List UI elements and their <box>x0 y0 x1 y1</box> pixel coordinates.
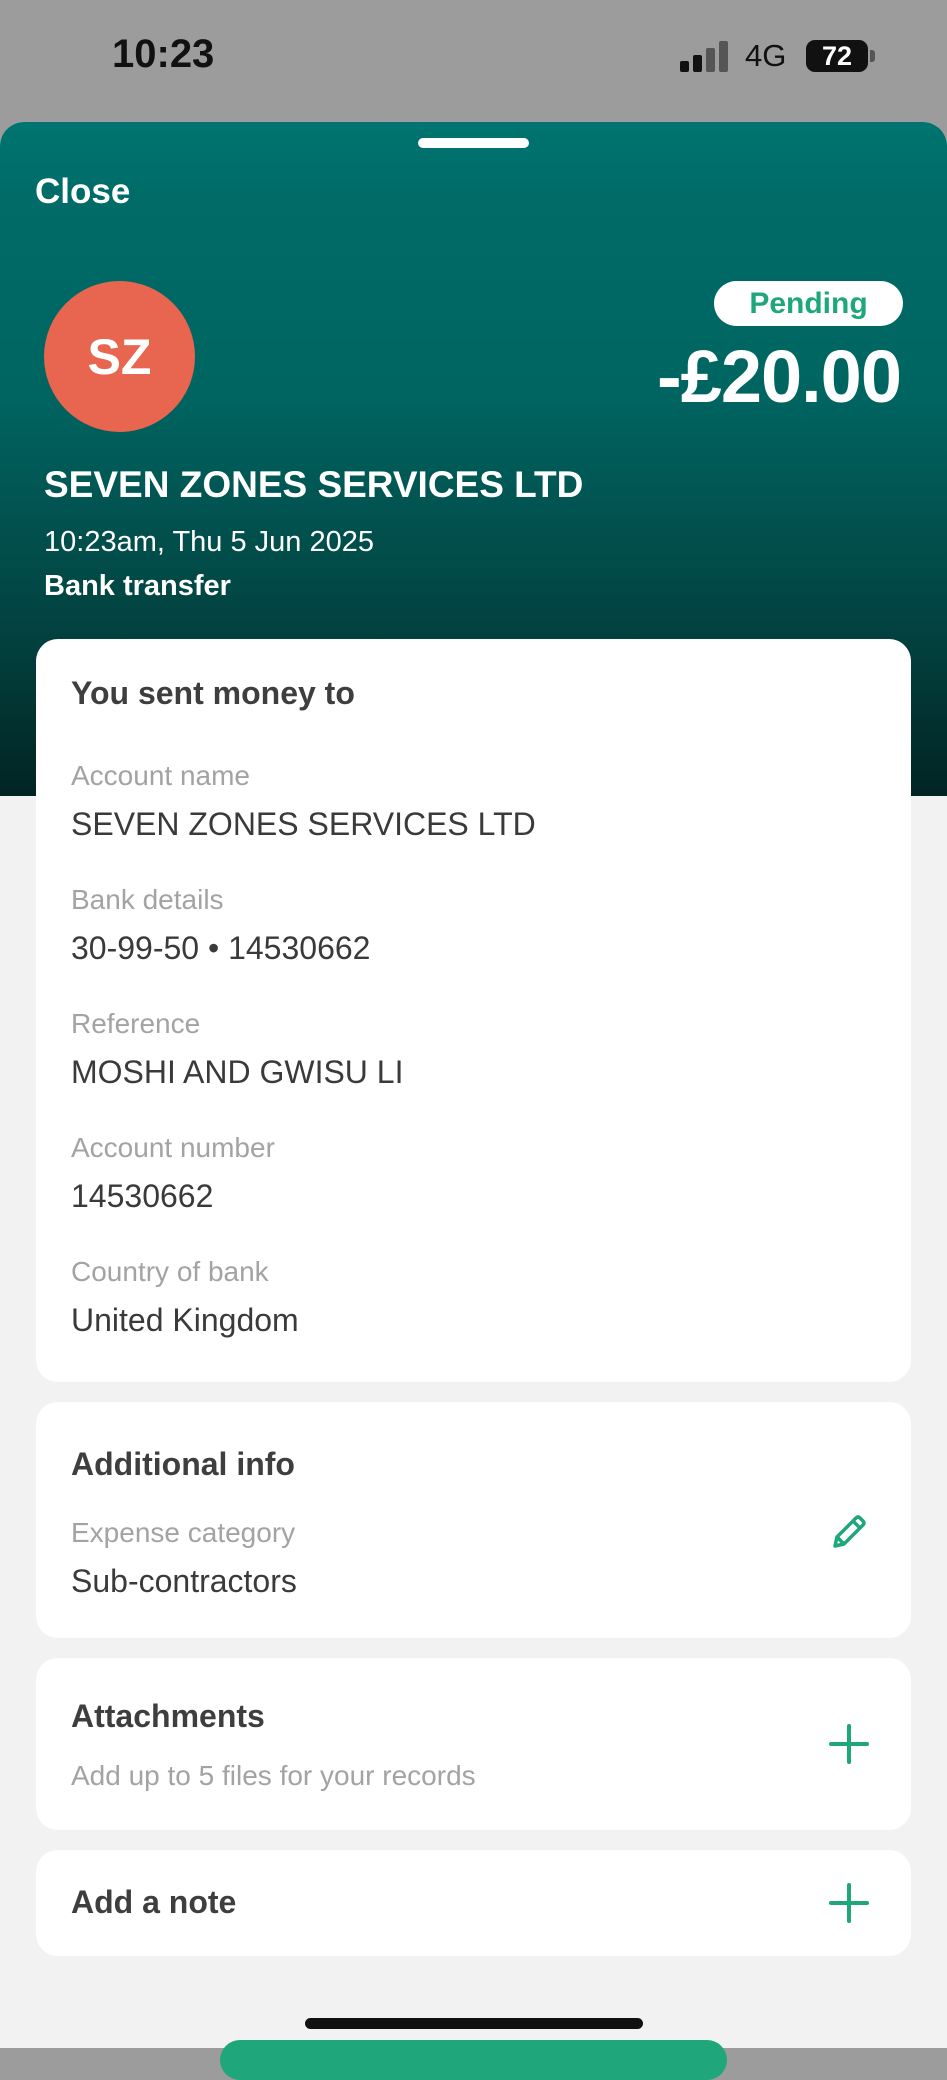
card-title: Attachments <box>71 1698 265 1734</box>
transaction-amount: -£20.00 <box>657 335 902 418</box>
status-badge: Pending <box>714 281 903 326</box>
sheet-grabber[interactable] <box>418 138 529 148</box>
attachments-card[interactable]: Attachments Add up to 5 files for your r… <box>36 1658 911 1830</box>
field-label-account-number: Account number <box>71 1132 275 1163</box>
home-indicator <box>305 2018 643 2029</box>
network-type: 4G <box>745 38 787 73</box>
avatar: SZ <box>44 281 195 432</box>
add-note-label: Add a note <box>71 1884 237 1920</box>
close-button[interactable]: Close <box>35 172 130 212</box>
field-value-bank-details: 30-99-50 • 14530662 <box>71 930 371 966</box>
field-value-reference: MOSHI AND GWISU LI <box>71 1054 404 1090</box>
card-title: You sent money to <box>71 675 355 711</box>
card-title: Additional info <box>71 1446 295 1482</box>
field-value-account-name: SEVEN ZONES SERVICES LTD <box>71 806 536 842</box>
avatar-initials: SZ <box>87 328 152 385</box>
add-note-card[interactable]: Add a note <box>36 1850 911 1956</box>
status-time: 10:23 <box>112 32 215 76</box>
pencil-icon[interactable] <box>825 1508 873 1556</box>
battery-level: 72 <box>821 41 853 71</box>
field-label-country: Country of bank <box>71 1256 269 1287</box>
field-value-expense-category: Sub-contractors <box>71 1563 297 1599</box>
status-bar: 10:23 4G 72 <box>0 0 947 122</box>
add-attachment-plus-icon[interactable] <box>825 1720 873 1768</box>
field-value-account-number: 14530662 <box>71 1178 214 1214</box>
recipient-details-card: You sent money to Account name SEVEN ZON… <box>36 639 911 1382</box>
field-label-expense-category: Expense category <box>71 1517 296 1548</box>
bottom-action-button[interactable] <box>220 2040 727 2080</box>
battery-tip <box>870 50 875 62</box>
merchant-name: SEVEN ZONES SERVICES LTD <box>44 464 584 505</box>
payment-method: Bank transfer <box>44 570 231 602</box>
field-value-country: United Kingdom <box>71 1302 299 1338</box>
battery-icon: 72 <box>806 40 868 72</box>
add-note-plus-icon[interactable] <box>825 1879 873 1927</box>
field-label-account-name: Account name <box>71 760 250 791</box>
transaction-datetime: 10:23am, Thu 5 Jun 2025 <box>44 526 374 558</box>
attachments-subtitle: Add up to 5 files for your records <box>71 1760 476 1791</box>
field-label-reference: Reference <box>71 1008 201 1039</box>
field-label-bank-details: Bank details <box>71 884 224 915</box>
additional-info-card: Additional info Expense category Sub-con… <box>36 1402 911 1638</box>
signal-icon <box>680 40 732 72</box>
transaction-sheet: Close SZ Pending -£20.00 SEVEN ZONES SER… <box>0 122 947 2048</box>
